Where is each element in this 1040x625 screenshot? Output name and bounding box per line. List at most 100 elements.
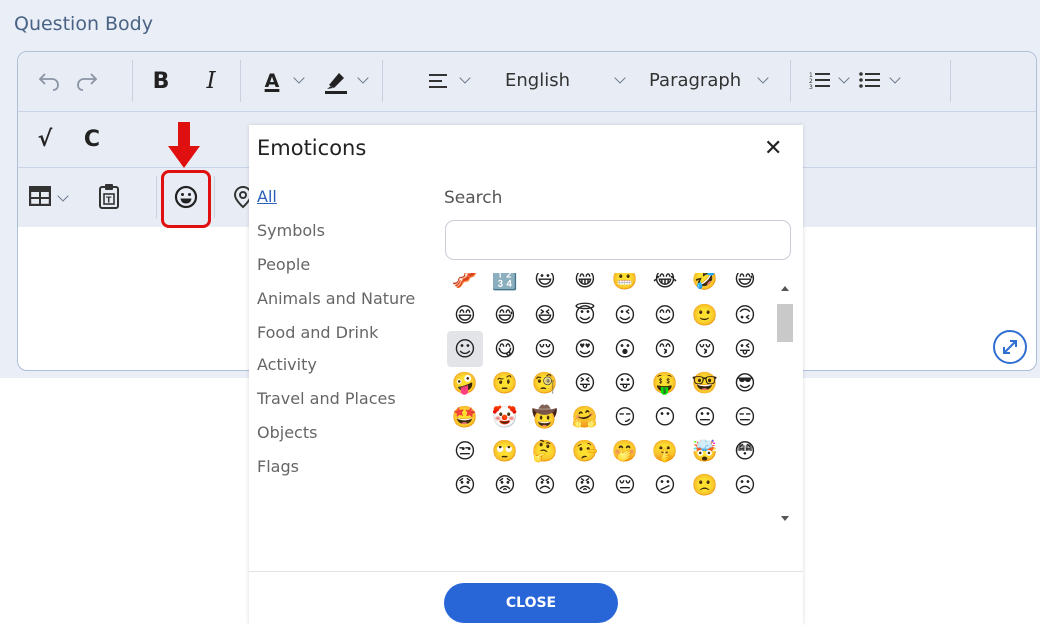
paste-text-icon[interactable]: T xyxy=(96,182,122,210)
emoji-button[interactable]: 😊 xyxy=(647,297,683,333)
emoji-button[interactable]: 😕 xyxy=(647,467,683,503)
emoji-button[interactable]: 🤔 xyxy=(527,433,563,469)
emoji-button[interactable]: 🤫 xyxy=(647,433,683,469)
emoji-button[interactable]: 😮 xyxy=(607,331,643,367)
emoji-button[interactable]: 😃 xyxy=(527,273,563,297)
chevron-down-icon[interactable] xyxy=(838,72,850,84)
scroll-down-arrow-icon[interactable] xyxy=(781,516,789,521)
scroll-up-arrow-icon[interactable] xyxy=(781,286,789,291)
emoji-button[interactable]: 😋 xyxy=(487,331,523,367)
emoji-button[interactable]: 😡 xyxy=(567,467,603,503)
chevron-down-icon[interactable] xyxy=(293,72,305,84)
emoji-button[interactable]: 🤭 xyxy=(607,433,643,469)
emoji-button[interactable]: 🤑 xyxy=(647,365,683,401)
emoji-button[interactable]: 🤠 xyxy=(527,399,563,435)
emoji-button[interactable]: 😇 xyxy=(567,297,603,333)
emoji-scrollbar[interactable] xyxy=(776,280,794,528)
emoji-button[interactable]: 😂 xyxy=(647,273,683,297)
emoji-button[interactable]: 🤣 xyxy=(687,273,723,297)
emoji-button[interactable]: 😶 xyxy=(647,399,683,435)
emoji-button[interactable]: ☺ xyxy=(447,331,483,367)
formula-icon[interactable]: √ xyxy=(32,124,58,154)
undo-icon[interactable] xyxy=(36,68,62,94)
highlight-color-icon[interactable] xyxy=(322,66,350,96)
emoji-button[interactable]: 🙂 xyxy=(687,297,723,333)
language-select[interactable]: English xyxy=(505,70,570,91)
font-color-button[interactable]: A xyxy=(258,66,286,96)
toolbar-row-1: B I A English Paragraph 123 xyxy=(18,52,1036,112)
emoji-button[interactable]: 😔 xyxy=(607,467,643,503)
emoji-button[interactable]: 😆 xyxy=(527,297,563,333)
annotation-highlight-box xyxy=(161,170,211,228)
close-button[interactable]: CLOSE xyxy=(444,583,618,623)
expand-icon[interactable] xyxy=(993,330,1027,364)
category-travel-and-places[interactable]: Travel and Places xyxy=(257,389,396,408)
align-left-icon[interactable] xyxy=(428,70,450,92)
category-activity[interactable]: Activity xyxy=(257,355,317,374)
chevron-down-icon[interactable] xyxy=(357,72,369,84)
scroll-thumb[interactable] xyxy=(777,304,793,342)
emoji-button[interactable]: 🧐 xyxy=(527,365,563,401)
emoji-button[interactable]: 😟 xyxy=(487,467,523,503)
emoji-button[interactable]: 😙 xyxy=(647,331,683,367)
category-flags[interactable]: Flags xyxy=(257,457,299,476)
category-symbols[interactable]: Symbols xyxy=(257,221,325,240)
emoji-button[interactable]: 😚 xyxy=(687,331,723,367)
emoji-button[interactable]: 🙃 xyxy=(727,297,763,333)
emoji-button[interactable]: 😑 xyxy=(727,399,763,435)
category-people[interactable]: People xyxy=(257,255,310,274)
chevron-down-icon[interactable] xyxy=(614,72,626,84)
emoji-button[interactable]: 😅 xyxy=(727,273,763,297)
bullet-list-icon[interactable] xyxy=(858,70,882,92)
chevron-down-icon[interactable] xyxy=(57,190,69,202)
bold-button[interactable]: B xyxy=(148,66,174,96)
emoji-button[interactable]: 🤨 xyxy=(487,365,523,401)
emoji-button[interactable]: 🙁 xyxy=(687,467,723,503)
emoji-button[interactable]: 🤩 xyxy=(447,399,483,435)
emoji-button[interactable]: 😜 xyxy=(727,331,763,367)
emoji-button[interactable]: 😛 xyxy=(607,365,643,401)
emoji-button[interactable]: 😄 xyxy=(447,297,483,333)
emoji-button[interactable]: 😳 xyxy=(727,433,763,469)
emoji-button[interactable]: 😠 xyxy=(527,467,563,503)
italic-button[interactable]: I xyxy=(198,66,224,96)
emoji-button[interactable]: 🤡 xyxy=(487,399,523,435)
chevron-down-icon[interactable] xyxy=(459,72,471,84)
table-icon[interactable] xyxy=(28,184,52,208)
emoji-button[interactable]: 😁 xyxy=(567,273,603,297)
category-animals-and-nature[interactable]: Animals and Nature xyxy=(257,289,415,308)
category-all[interactable]: All xyxy=(257,187,277,206)
emoji-button[interactable]: 🙄 xyxy=(487,433,523,469)
block-format-select[interactable]: Paragraph xyxy=(649,70,741,91)
emoji-button[interactable]: 😞 xyxy=(447,467,483,503)
category-objects[interactable]: Objects xyxy=(257,423,317,442)
emoji-button[interactable]: 🔢 xyxy=(487,273,523,297)
emoji-button[interactable]: 😅 xyxy=(487,297,523,333)
emoji-button[interactable]: 🤗 xyxy=(567,399,603,435)
emoji-grid: 🥓 🔢 😃 😁 😬 😂 🤣 😅 😄 😅 😆 😇 😉 😊 🙂 🙃 ☺ 😋 😌 😍 😮 😙 😚 😜 🤪 🤨 🧐 😝 😛 🤑 🤓 😎 🤩 🤡 🤠 🤗 😏 😶 😐 😑… xyxy=(447,273,775,533)
emoji-button[interactable]: 🥓 xyxy=(447,273,483,297)
emoji-button[interactable]: ☹ xyxy=(727,467,763,503)
emoji-button[interactable]: 😐 xyxy=(687,399,723,435)
close-icon[interactable]: ✕ xyxy=(764,136,782,161)
emoji-button[interactable]: 🤥 xyxy=(567,433,603,469)
chevron-down-icon[interactable] xyxy=(889,72,901,84)
category-food-and-drink[interactable]: Food and Drink xyxy=(257,323,378,342)
redo-icon[interactable] xyxy=(74,68,100,94)
emoji-button[interactable]: 😌 xyxy=(527,331,563,367)
emoji-button[interactable]: 😒 xyxy=(447,433,483,469)
emoji-button[interactable]: 😝 xyxy=(567,365,603,401)
emoji-button[interactable]: 😬 xyxy=(607,273,643,297)
emoji-button[interactable]: 😏 xyxy=(607,399,643,435)
chemistry-icon[interactable]: C xyxy=(80,124,104,154)
emoji-button[interactable]: 🤪 xyxy=(447,365,483,401)
chevron-down-icon[interactable] xyxy=(757,72,769,84)
emoji-button[interactable]: 🤯 xyxy=(687,433,723,469)
numbered-list-icon[interactable]: 123 xyxy=(808,70,832,92)
search-input[interactable] xyxy=(445,220,791,260)
emoji-button[interactable]: 😎 xyxy=(727,365,763,401)
toolbar-separator xyxy=(950,60,951,102)
emoji-button[interactable]: 🤓 xyxy=(687,365,723,401)
emoji-button[interactable]: 😍 xyxy=(567,331,603,367)
emoji-button[interactable]: 😉 xyxy=(607,297,643,333)
